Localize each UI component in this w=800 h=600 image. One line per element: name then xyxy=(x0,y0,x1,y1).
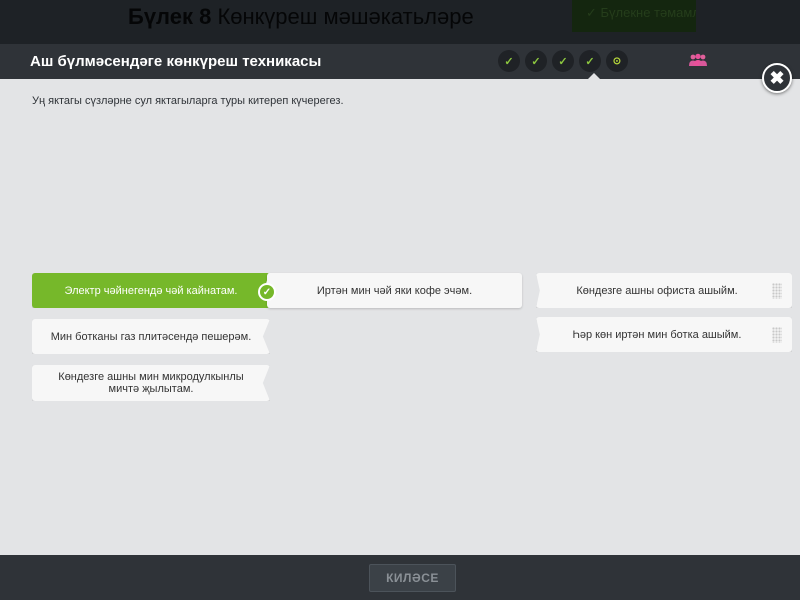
current-step-pointer xyxy=(588,73,600,79)
check-icon: ✓ xyxy=(258,283,276,301)
modal-title: Аш бүлмәсендәге көнкүреш техникасы xyxy=(30,53,322,70)
draggable-item-label: Көндезге ашны офиста ашыйм. xyxy=(576,284,738,297)
drag-handle-icon[interactable] xyxy=(772,326,782,343)
check-icon[interactable]: ✓ xyxy=(552,50,574,72)
instruction-text: Уң яктагы сүзләрне сул яктагыларга туры … xyxy=(32,95,344,107)
progress-steps: ✓ ✓ ✓ ✓ ⊙ xyxy=(498,50,628,72)
modal-header: Аш бүлмәсендәге көнкүреш техникасы xyxy=(0,44,800,79)
close-icon[interactable]: ✖ xyxy=(762,63,792,93)
check-icon[interactable]: ✓ xyxy=(498,50,520,72)
check-icon[interactable]: ✓ xyxy=(525,50,547,72)
current-step-icon[interactable]: ⊙ xyxy=(606,50,628,72)
draggable-item-label: Һәр көн иртән мин ботка ашыйм. xyxy=(572,328,742,341)
left-item-1[interactable]: Электр чәйнегендә чәй кайнатам. xyxy=(32,273,270,308)
draggable-item-2[interactable]: Һәр көн иртән мин ботка ашыйм. xyxy=(536,317,792,352)
matched-answer-card[interactable]: Иртән мин чәй яки кофе эчәм. xyxy=(267,273,522,308)
draggable-item-1[interactable]: Көндезге ашны офиста ашыйм. xyxy=(536,273,792,308)
drag-handle-icon[interactable] xyxy=(772,282,782,299)
background-finish-button: ✓ Бүлекне тәмамлау xyxy=(572,0,696,32)
next-button[interactable]: КИЛӘСЕ xyxy=(369,564,456,592)
background-app-bar: Бүлек 8 Көнкүреш мәшәкатьләре ✓ Бүлекне … xyxy=(0,0,800,44)
left-item-3[interactable]: Көндезге ашны мин микродулкынлы мичтә җы… xyxy=(32,365,270,401)
background-page-title: Бүлек 8 Көнкүреш мәшәкатьләре xyxy=(128,4,474,29)
people-icon[interactable] xyxy=(688,53,708,67)
check-icon[interactable]: ✓ xyxy=(579,50,601,72)
left-item-2[interactable]: Мин ботканы газ плитәсендә пешерәм. xyxy=(32,319,270,354)
